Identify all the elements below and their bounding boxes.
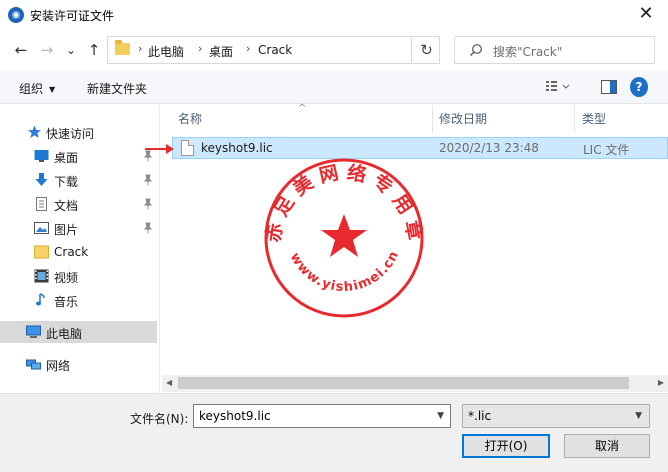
sidebar-item-network[interactable]: 网络 xyxy=(0,353,157,375)
sidebar-item-label: 此电脑 xyxy=(46,327,83,341)
sidebar-item-documents[interactable]: 文档 xyxy=(0,193,157,215)
star-icon xyxy=(321,214,367,257)
sidebar-item-quick-access[interactable]: 快速访问 xyxy=(0,121,157,143)
sidebar-item-pictures[interactable]: 图片 xyxy=(0,217,157,239)
network-icon xyxy=(26,359,41,370)
column-header-date[interactable]: 修改日期 xyxy=(439,105,487,133)
sidebar-item-this-pc[interactable]: 此电脑 xyxy=(0,321,157,343)
breadcrumb-separator: › xyxy=(138,42,143,55)
breadcrumb-separator: › xyxy=(198,42,203,55)
annotation-arrow xyxy=(145,144,174,154)
sidebar-item-label: 文档 xyxy=(54,199,79,213)
sidebar-item-downloads[interactable]: 下载 xyxy=(0,169,157,191)
star-icon xyxy=(28,125,41,138)
forward-arrow-icon[interactable]: → xyxy=(38,40,56,60)
pin-icon[interactable] xyxy=(143,198,153,210)
chevron-down-icon: ▼ xyxy=(635,411,642,421)
recent-locations-icon[interactable]: ⌄ xyxy=(62,40,80,60)
file-icon xyxy=(181,140,194,156)
folder-icon xyxy=(115,40,130,55)
search-icon xyxy=(470,44,482,56)
up-arrow-icon[interactable]: ↑ xyxy=(85,40,103,60)
view-options-icon[interactable] xyxy=(545,80,571,94)
download-icon xyxy=(35,173,48,186)
stamp-url-text: www.yishimei.cn xyxy=(287,248,402,295)
pin-icon[interactable] xyxy=(143,174,153,186)
search-input[interactable]: 搜索"Crack" xyxy=(493,43,562,60)
organize-menu[interactable]: 组织 ▼ xyxy=(19,80,55,97)
navigation-bar: ← → ⌄ ↑ › 此电脑 › 桌面 › Crack ▼ ↻ 搜索"Crack" xyxy=(0,30,668,70)
sidebar-item-label: 网络 xyxy=(46,359,71,373)
document-icon xyxy=(36,197,47,211)
scroll-right-icon[interactable]: ▶ xyxy=(658,378,664,387)
pin-icon[interactable] xyxy=(143,222,153,234)
breadcrumb-desktop[interactable]: 桌面 xyxy=(209,43,233,60)
pin-icon[interactable] xyxy=(143,150,153,162)
sidebar-item-crack[interactable]: Crack xyxy=(0,241,157,263)
sidebar-item-label: 下载 xyxy=(54,175,79,189)
breadcrumb-this-pc[interactable]: 此电脑 xyxy=(148,43,184,60)
sidebar-item-label: 视频 xyxy=(54,271,79,285)
search-box[interactable]: 搜索"Crack" xyxy=(454,36,655,64)
video-icon xyxy=(34,269,49,283)
watermark-stamp: 赤 足 美 网 络 专 用 章 www.yishimei.cn xyxy=(262,158,426,318)
scrollbar-thumb[interactable] xyxy=(178,377,629,389)
picture-icon xyxy=(34,222,49,234)
refresh-button[interactable]: ↻ xyxy=(411,37,441,63)
computer-icon xyxy=(26,325,41,338)
sort-ascending-icon: ^ xyxy=(298,103,307,114)
sidebar-item-label: Crack xyxy=(54,245,89,259)
column-divider[interactable] xyxy=(432,105,433,133)
help-icon[interactable]: ? xyxy=(630,77,648,97)
music-icon xyxy=(36,293,45,306)
cancel-button[interactable]: 取消 xyxy=(564,434,650,458)
new-folder-button[interactable]: 新建文件夹 xyxy=(87,80,147,97)
address-bar[interactable]: › 此电脑 › 桌面 › Crack ▼ xyxy=(107,36,492,64)
command-toolbar: 组织 ▼ 新建文件夹 ? xyxy=(0,70,668,104)
sidebar-item-label: 图片 xyxy=(54,223,79,237)
column-header-type[interactable]: 类型 xyxy=(582,105,606,133)
column-header-name[interactable]: 名称 xyxy=(178,105,202,133)
horizontal-scrollbar[interactable]: ◀ ▶ xyxy=(162,375,668,392)
app-icon xyxy=(8,7,24,23)
desktop-icon xyxy=(34,150,49,162)
breadcrumb-separator: › xyxy=(246,42,251,55)
caret-down-icon: ▼ xyxy=(49,85,56,94)
sidebar-item-desktop[interactable]: 桌面 xyxy=(0,145,157,167)
sidebar-item-music[interactable]: 音乐 xyxy=(0,289,157,311)
filename-label: 文件名(N): xyxy=(130,412,189,426)
sidebar-item-label: 桌面 xyxy=(54,151,79,165)
window-title: 安装许可证文件 xyxy=(30,9,115,23)
file-type: LIC 文件 xyxy=(583,143,630,157)
breadcrumb-crack[interactable]: Crack xyxy=(258,43,292,57)
open-button[interactable]: 打开(O) xyxy=(462,434,550,458)
filetype-select[interactable]: *.lic ▼ xyxy=(462,404,650,428)
dialog-footer: 文件名(N): keyshot9.lic ▼ *.lic ▼ 打开(O) 取消 xyxy=(0,393,668,472)
folder-icon xyxy=(34,245,49,259)
close-button[interactable]: ✕ xyxy=(634,3,658,25)
filetype-value: *.lic xyxy=(468,409,492,423)
organize-label: 组织 xyxy=(19,82,44,96)
back-arrow-icon[interactable]: ← xyxy=(12,40,30,60)
filename-value: keyshot9.lic xyxy=(199,409,271,423)
chevron-down-icon[interactable]: ▼ xyxy=(437,411,444,421)
sidebar-item-label: 快速访问 xyxy=(46,127,95,141)
title-bar: 安装许可证文件 ✕ xyxy=(0,0,668,30)
scroll-left-icon[interactable]: ◀ xyxy=(166,378,172,387)
sidebar-item-videos[interactable]: 视频 xyxy=(0,265,157,287)
navigation-pane: 快速访问 桌面 下载 文档 图片 Crack 视频 音乐 此电脑 网络 xyxy=(0,105,160,393)
file-date: 2020/2/13 23:48 xyxy=(439,141,539,155)
sidebar-item-label: 音乐 xyxy=(54,295,79,309)
preview-pane-icon[interactable] xyxy=(601,80,617,94)
filename-field[interactable]: keyshot9.lic ▼ xyxy=(193,404,451,428)
column-divider[interactable] xyxy=(574,105,575,133)
